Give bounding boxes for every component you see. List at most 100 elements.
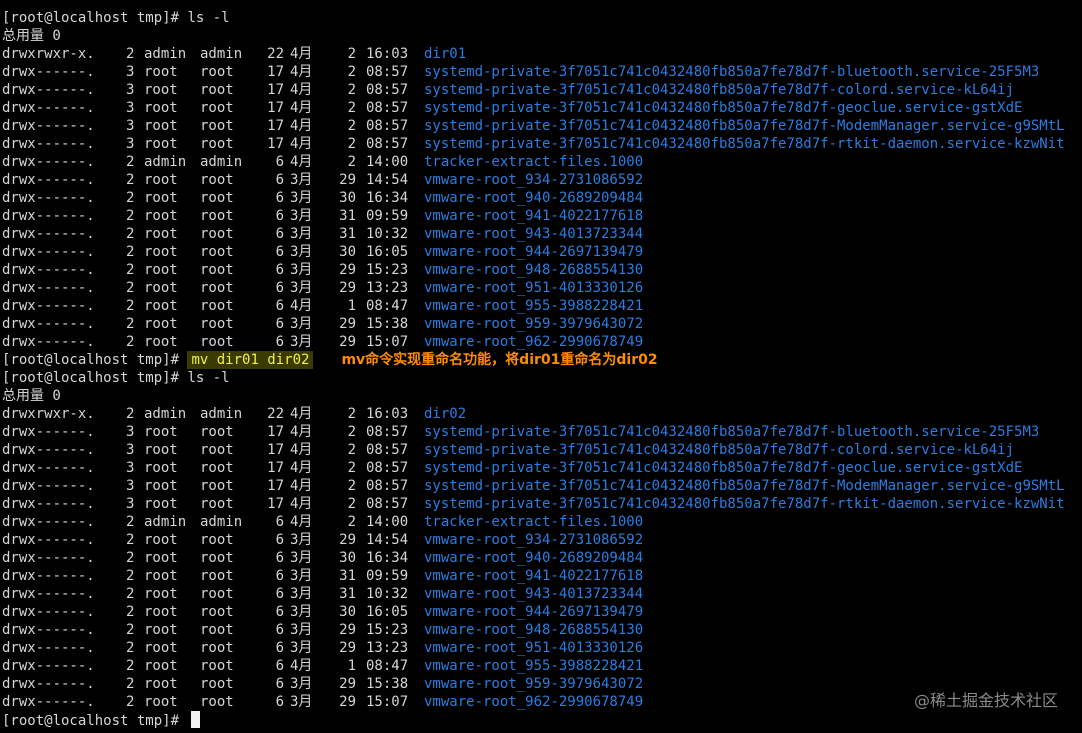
size: 17 <box>267 496 284 512</box>
group: root <box>200 694 234 710</box>
listing-row: drwx------. 2 root root 6 3月 30 16:05 vmware-roo… <box>2 243 1080 261</box>
owner: root <box>144 478 178 494</box>
size: 6 <box>275 586 284 602</box>
month: 4月 <box>290 154 313 170</box>
listing-row: drwx------. 3 root root 17 4月 2 08:57 systemd-pr… <box>2 495 1080 513</box>
month: 4月 <box>290 514 313 530</box>
day: 31 <box>339 208 356 224</box>
size: 6 <box>275 532 284 548</box>
listing-block-before: drwxrwxr-x. 2 admin admin 22 4月 2 16:03 dir01 drw… <box>2 45 1080 351</box>
listing-row: drwx------. 3 root root 17 4月 2 08:57 systemd-pr… <box>2 423 1080 441</box>
permissions: drwx------. <box>2 82 95 98</box>
month: 4月 <box>290 118 313 134</box>
time: 08:57 <box>366 118 409 134</box>
filename: vmware-root_962-2990678749 <box>424 694 644 710</box>
permissions: drwx------. <box>2 172 95 188</box>
mv-command-line: [root@localhost tmp]# mv dir01 dir02 mv命令… <box>2 351 1080 369</box>
month: 3月 <box>290 316 313 332</box>
owner: root <box>144 190 178 206</box>
final-prompt-line[interactable]: [root@localhost tmp]# <box>2 711 1080 729</box>
prompt: [root@localhost tmp]# <box>2 352 188 368</box>
day: 2 <box>347 82 356 98</box>
permissions: drwx------. <box>2 280 95 296</box>
link-count: 2 <box>126 550 135 566</box>
link-count: 3 <box>126 442 135 458</box>
group: root <box>200 604 234 620</box>
owner: root <box>144 604 178 620</box>
owner: root <box>144 208 178 224</box>
size: 6 <box>275 640 284 656</box>
filename: vmware-root_944-2697139479 <box>424 244 644 260</box>
size: 17 <box>267 442 284 458</box>
group: root <box>200 172 234 188</box>
owner: root <box>144 226 178 242</box>
month: 3月 <box>290 244 313 260</box>
permissions: drwx------. <box>2 550 95 566</box>
group: root <box>200 226 234 242</box>
total-line: 总用量 0 <box>2 388 61 404</box>
group: root <box>200 640 234 656</box>
listing-row: drwx------. 2 root root 6 3月 29 14:54 vmware-roo… <box>2 531 1080 549</box>
listing-row: drwx------. 3 root root 17 4月 2 08:57 systemd-pr… <box>2 441 1080 459</box>
listing-row: drwx------. 2 root root 6 4月 1 08:47 vmware-root… <box>2 297 1080 315</box>
command-text: ls -l <box>187 370 230 386</box>
link-count: 2 <box>126 604 135 620</box>
month: 4月 <box>290 136 313 152</box>
size: 6 <box>275 226 284 242</box>
time: 14:00 <box>366 514 409 530</box>
day: 2 <box>347 442 356 458</box>
group: root <box>200 568 234 584</box>
permissions: drwx------. <box>2 208 95 224</box>
day: 29 <box>339 694 356 710</box>
listing-row: drwx------. 3 root root 17 4月 2 08:57 systemd-pr… <box>2 117 1080 135</box>
size: 6 <box>275 550 284 566</box>
month: 4月 <box>290 658 313 674</box>
time: 15:07 <box>366 334 409 350</box>
owner: root <box>144 316 178 332</box>
group: admin <box>200 406 243 422</box>
month: 3月 <box>290 604 313 620</box>
listing-row: drwx------. 2 admin admin 6 4月 2 14:00 tracker-e… <box>2 153 1080 171</box>
filename: vmware-root_943-4013723344 <box>424 226 644 242</box>
listing-row: drwx------. 2 root root 6 3月 29 15:23 vmware-roo… <box>2 261 1080 279</box>
owner: root <box>144 676 178 692</box>
terminal-output[interactable]: [root@localhost tmp]# ls -l 总用量 0 drwxrw… <box>2 9 1080 729</box>
time: 08:57 <box>366 64 409 80</box>
filename: vmware-root_943-4013723344 <box>424 586 644 602</box>
filename: vmware-root_940-2689209484 <box>424 190 644 206</box>
listing-row: drwx------. 3 root root 17 4月 2 08:57 systemd-pr… <box>2 459 1080 477</box>
time: 08:57 <box>366 442 409 458</box>
size: 6 <box>275 514 284 530</box>
link-count: 2 <box>126 172 135 188</box>
day: 30 <box>339 550 356 566</box>
time: 15:07 <box>366 694 409 710</box>
permissions: drwx------. <box>2 100 95 116</box>
permissions: drwx------. <box>2 532 95 548</box>
filename: vmware-root_955-3988228421 <box>424 298 644 314</box>
month: 3月 <box>290 334 313 350</box>
filename: vmware-root_940-2689209484 <box>424 550 644 566</box>
owner: root <box>144 334 178 350</box>
time: 16:05 <box>366 244 409 260</box>
permissions: drwx------. <box>2 136 95 152</box>
group: admin <box>200 154 243 170</box>
day: 31 <box>339 226 356 242</box>
group: root <box>200 118 234 134</box>
owner: admin <box>144 154 187 170</box>
time: 13:23 <box>366 280 409 296</box>
permissions: drwx------. <box>2 640 95 656</box>
owner: root <box>144 262 178 278</box>
group: root <box>200 586 234 602</box>
filename: dir01 <box>424 46 467 62</box>
day: 29 <box>339 316 356 332</box>
group: root <box>200 460 234 476</box>
permissions: drwx------. <box>2 154 95 170</box>
time: 08:57 <box>366 82 409 98</box>
permissions: drwx------. <box>2 676 95 692</box>
group: root <box>200 550 234 566</box>
permissions: drwx------. <box>2 478 95 494</box>
day: 1 <box>347 298 356 314</box>
day: 2 <box>347 424 356 440</box>
day: 29 <box>339 280 356 296</box>
size: 17 <box>267 136 284 152</box>
